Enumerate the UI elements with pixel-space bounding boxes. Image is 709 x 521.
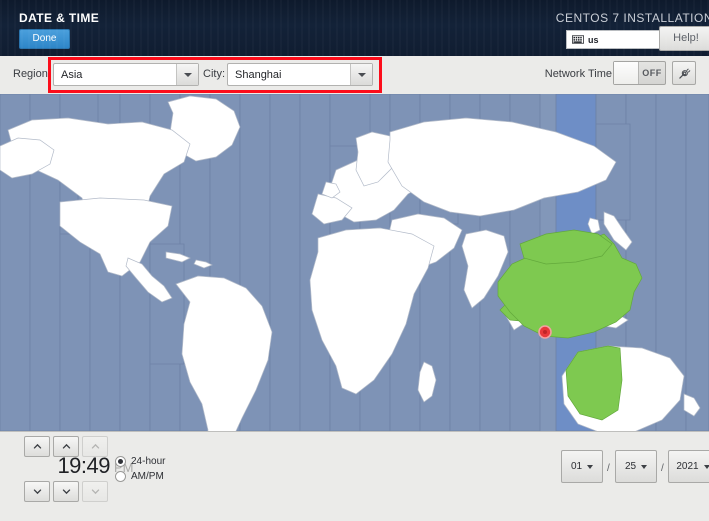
radio-24-hour-label: 24-hour (131, 456, 165, 467)
month-dropdown[interactable]: 01 (561, 450, 603, 483)
chevron-down-icon (641, 465, 647, 469)
hour-decrement-button[interactable] (24, 481, 50, 502)
chevron-down-icon (176, 64, 198, 85)
world-map-graphic (0, 94, 709, 431)
region-dropdown[interactable]: Asia (53, 63, 199, 86)
radio-ampm[interactable]: AM/PM (115, 471, 164, 482)
ampm-decrement-button[interactable] (82, 481, 108, 502)
network-time-toggle[interactable]: OFF (613, 61, 666, 85)
chevron-up-icon (62, 442, 71, 451)
installer-header: DATE & TIME Done CENTOS 7 INSTALLATION u… (0, 0, 709, 56)
chevron-down-icon (587, 465, 593, 469)
chevron-down-icon (33, 487, 42, 496)
toggle-knob (614, 62, 639, 84)
city-value: Shanghai (228, 69, 350, 81)
year-dropdown[interactable]: 2021 (668, 450, 709, 483)
chevron-up-icon (91, 442, 100, 451)
radio-indicator (115, 471, 126, 482)
timezone-map[interactable] (0, 94, 709, 431)
network-time-label: Network Time (545, 68, 612, 80)
page-title: DATE & TIME (19, 11, 99, 25)
chevron-down-icon (350, 64, 372, 85)
city-dropdown[interactable]: Shanghai (227, 63, 373, 86)
gear-icon (678, 67, 691, 80)
city-label: City: (203, 68, 225, 80)
keyboard-icon (572, 35, 584, 44)
keyboard-layout-indicator[interactable]: us (566, 30, 660, 49)
chevron-down-icon (62, 487, 71, 496)
date-separator-1: / (607, 463, 610, 474)
network-time-config-button[interactable] (672, 61, 696, 85)
done-button[interactable]: Done (19, 29, 70, 49)
time-display: 19:49 (16, 453, 110, 479)
chevron-down-icon (91, 487, 100, 496)
datetime-spoke-window: DATE & TIME Done CENTOS 7 INSTALLATION u… (0, 0, 709, 521)
radio-indicator (115, 456, 126, 467)
help-button[interactable]: Help! (659, 26, 709, 51)
product-name: CENTOS 7 INSTALLATION (556, 11, 709, 25)
network-time-state: OFF (639, 68, 665, 78)
keyboard-layout-label: us (588, 35, 599, 45)
location-pin-icon (539, 326, 551, 338)
day-value: 25 (625, 461, 636, 472)
month-value: 01 (571, 461, 582, 472)
radio-ampm-label: AM/PM (131, 471, 164, 482)
radio-24-hour[interactable]: 24-hour (115, 456, 165, 467)
region-value: Asia (54, 69, 176, 81)
date-separator-2: / (661, 463, 664, 474)
day-dropdown[interactable]: 25 (615, 450, 657, 483)
region-label: Region (13, 68, 48, 80)
chevron-up-icon (33, 442, 42, 451)
minute-decrement-button[interactable] (53, 481, 79, 502)
timezone-toolbar: Region Asia City: Shanghai Network Time (0, 56, 709, 95)
year-value: 2021 (676, 461, 698, 472)
chevron-down-icon (704, 465, 709, 469)
